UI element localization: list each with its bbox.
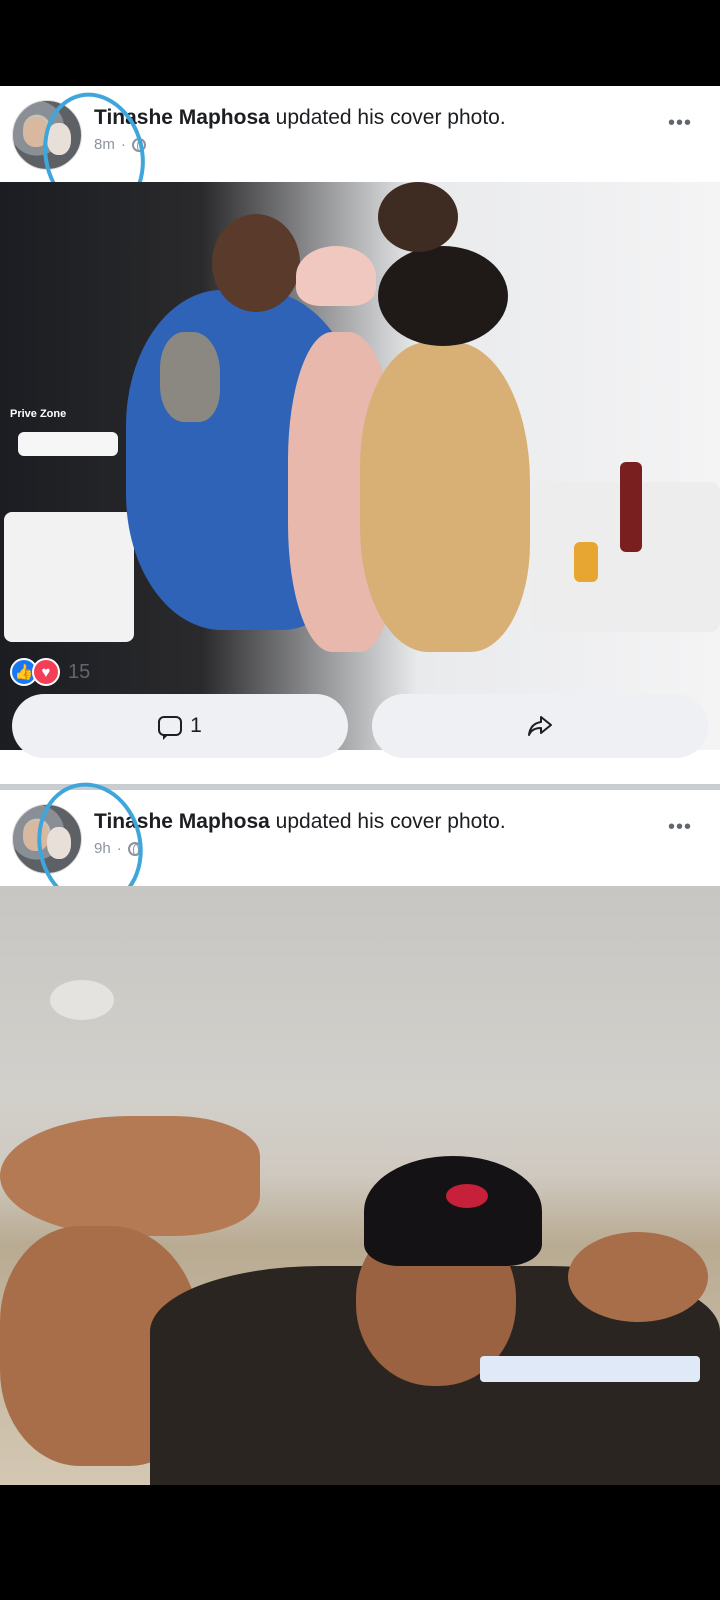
post-header: Tinashe Maphosa updated his cover photo.… [0,81,720,229]
post-action-text: updated his cover photo. [275,106,506,129]
post-action-text: updated his cover photo. [275,810,506,833]
feed-post-2: Tinashe Maphosa updated his cover photo.… [0,771,720,1485]
comment-button[interactable]: 1 [12,694,348,758]
reaction-count: 15 [68,660,91,683]
more-icon[interactable]: ••• [668,816,692,839]
comment-icon [158,716,183,740]
cover-photo[interactable]: Prive Zone [0,182,720,750]
love-icon: ♥ [32,658,60,686]
cover-photo[interactable] [0,886,720,1485]
share-button[interactable] [372,694,708,758]
photo-watermark: Prive Zone [10,408,67,420]
more-icon[interactable]: ••• [668,112,692,135]
feed-post-1: Tinashe Maphosa updated his cover photo.… [0,81,720,784]
post-title: Tinashe Maphosa updated his cover photo. [94,810,506,834]
reactions-summary[interactable]: 👍 ♥ 15 [10,658,90,686]
post-header: Tinashe Maphosa updated his cover photo.… [0,771,720,919]
comment-count: 1 [190,714,202,737]
post-title: Tinashe Maphosa updated his cover photo. [94,106,506,130]
system-navigation-bar [0,1485,720,1600]
share-icon [528,716,552,736]
